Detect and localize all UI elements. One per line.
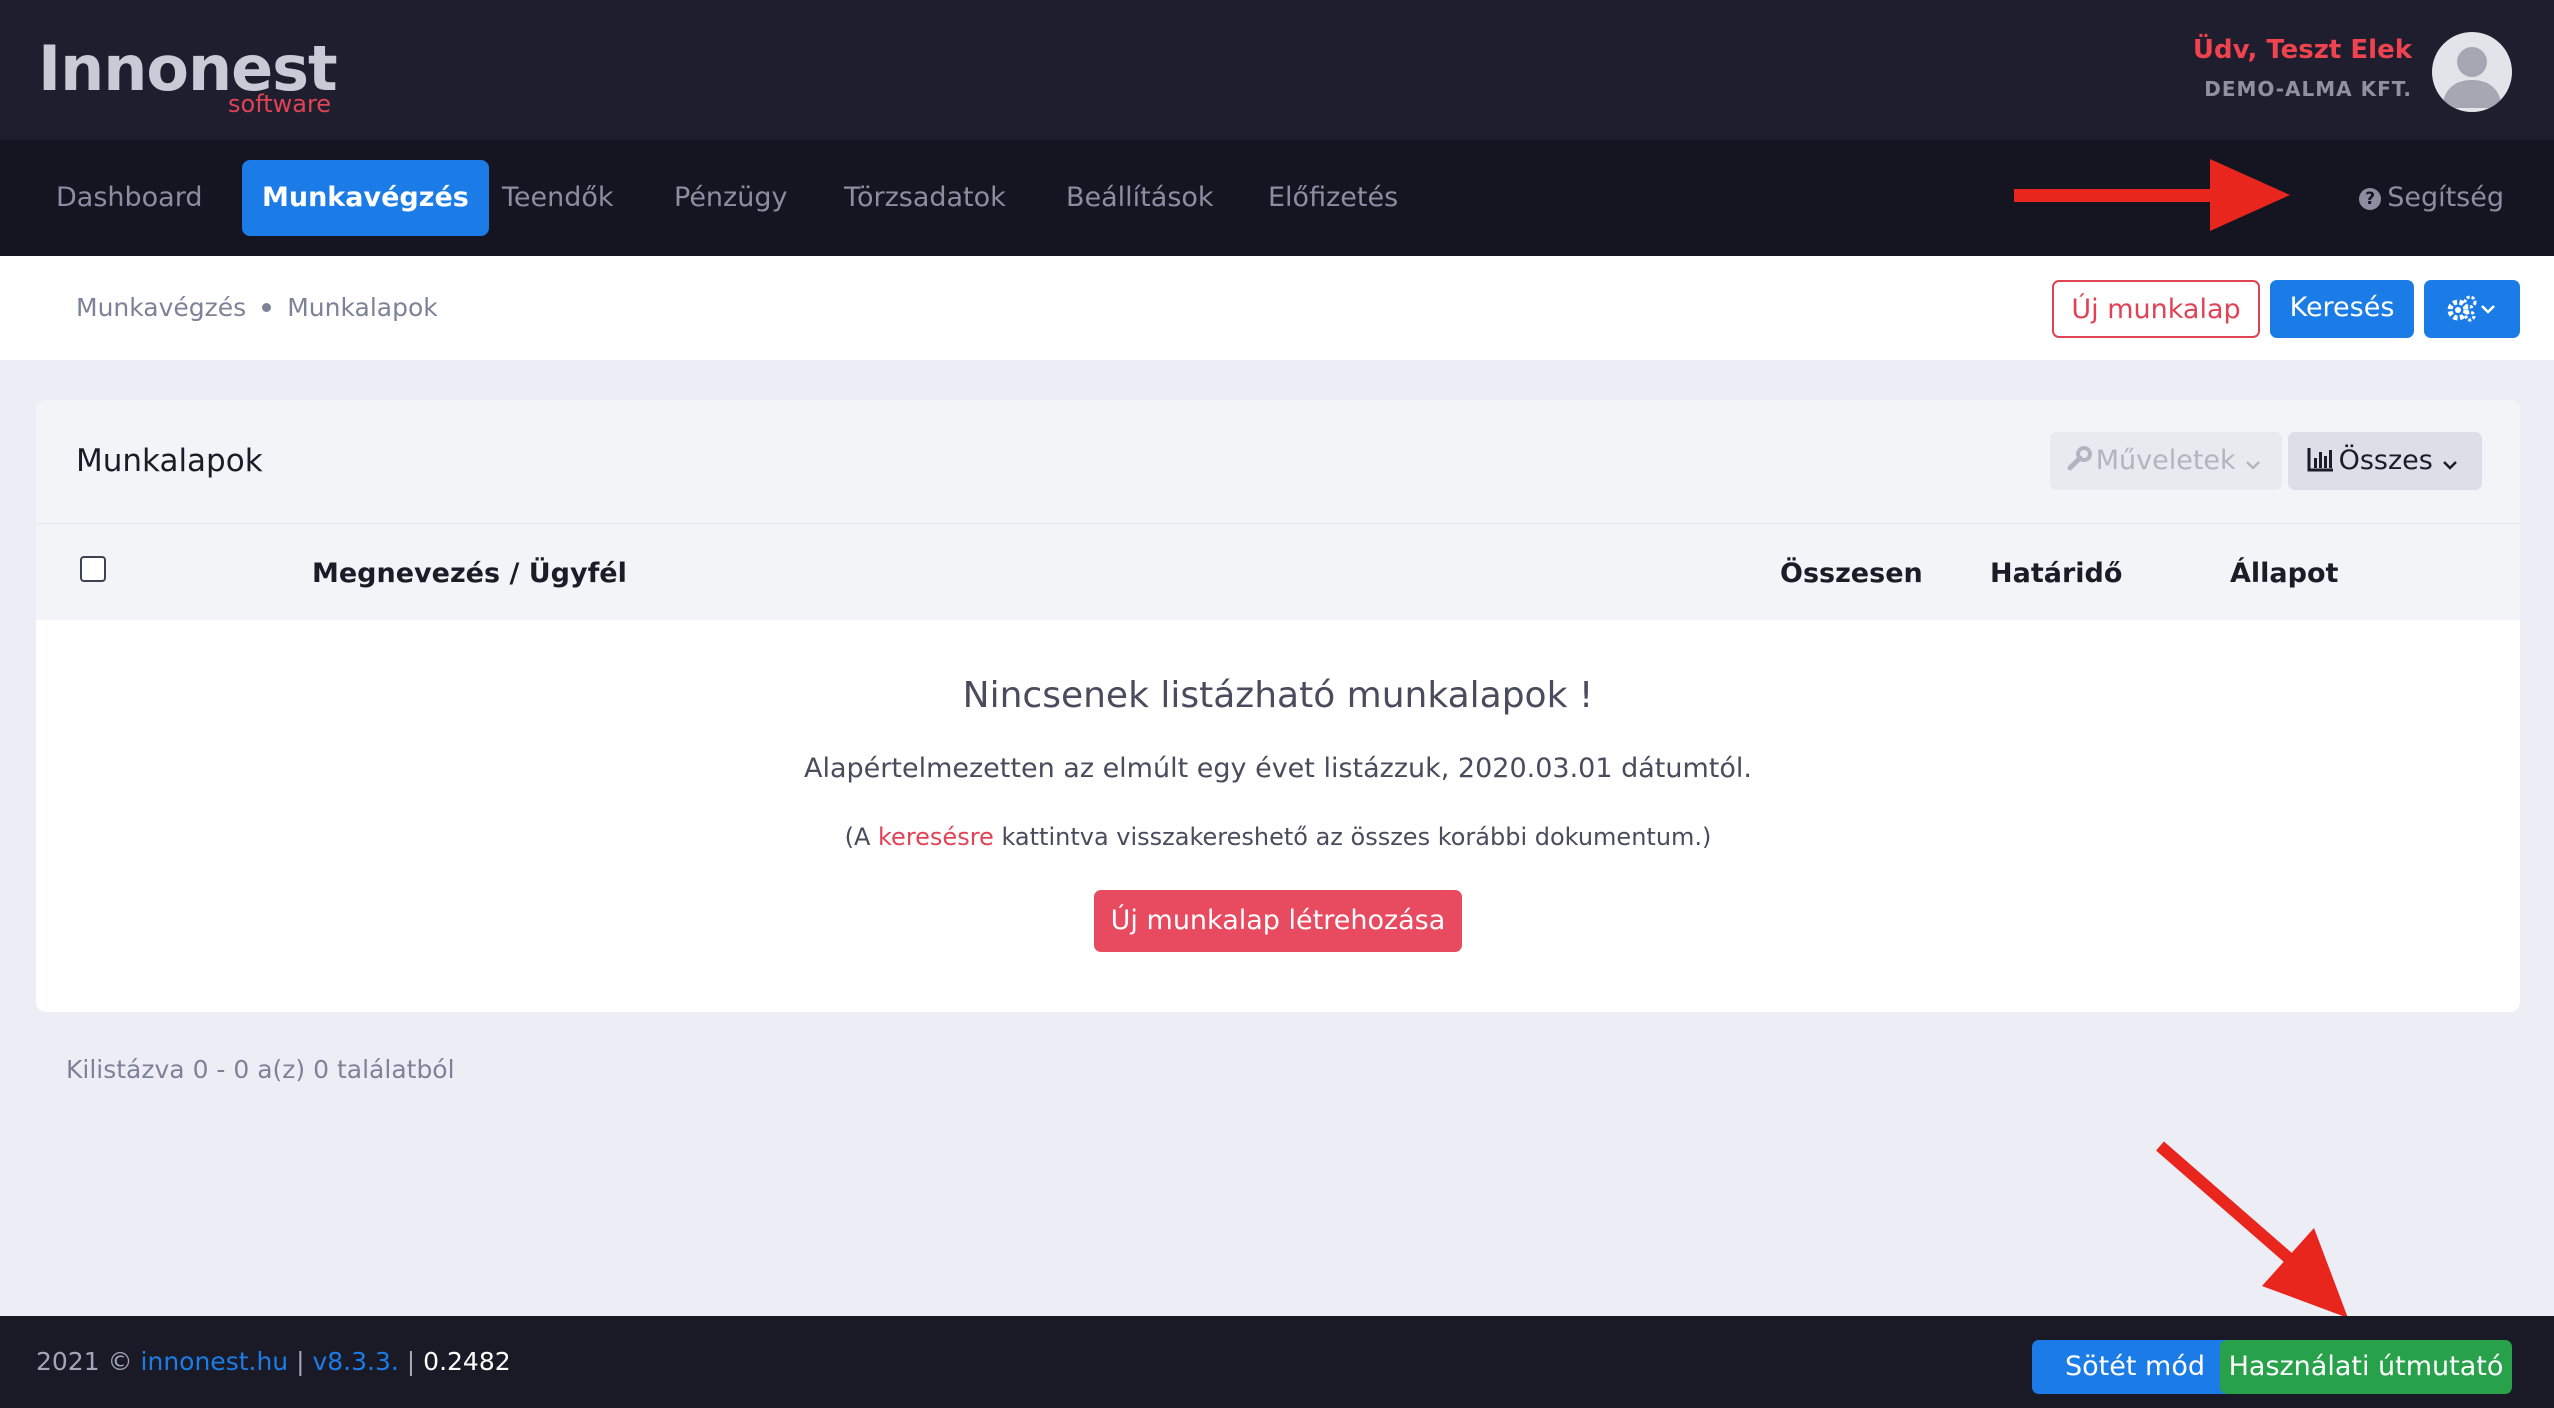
hint-suffix: kattintva visszakereshető az összes korá… [993,823,1712,851]
annotation-arrow-down-right-icon [2156,1141,2348,1318]
user-silhouette-icon [2442,47,2502,108]
user-greeting: Üdv, Teszt Elek [2192,35,2412,65]
help-label: Segítség [2387,182,2504,213]
breadcrumb: Munkavégzés Munkalapok [76,290,438,326]
footer-info: 2021 © innonest.hu | v8.3.3. | 0.2482 [36,1344,511,1380]
empty-state-description: Alapértelmezetten az elmúlt egy évet lis… [804,753,1752,784]
breadcrumb-separator [262,303,272,312]
subheader: Munkavégzés Munkalapok Új munkalap Keresé… [0,256,2554,360]
worksheets-card: Munkalapok Műveletek Összes Megnevezés /… [36,400,2520,1012]
column-header-deadline[interactable]: Határidő [1990,554,2122,594]
nav-item-teendok[interactable]: Teendők [482,160,634,236]
search-button[interactable]: Keresés [2270,280,2414,338]
build-number: 0.2482 [423,1347,511,1376]
bar-chart-icon [2307,448,2333,472]
wrench-icon [2067,446,2092,471]
operations-label: Műveletek [2095,445,2236,476]
brand-logo[interactable]: Innonest software [38,38,338,119]
column-header-name[interactable]: Megnevezés / Ügyfél [312,554,627,594]
card-title: Munkalapok [76,443,263,479]
empty-state-hint: (A keresésre kattintva visszakereshető a… [36,820,2520,854]
main-nav: Dashboard Munkavégzés Teendők Pénzügy Tö… [0,140,2554,256]
copyright: 2021 © [36,1347,141,1376]
filter-dropdown[interactable]: Összes [2288,432,2482,490]
site-link[interactable]: innonest.hu [141,1347,289,1376]
filter-label: Összes [2338,445,2433,476]
nav-item-munkavegzes[interactable]: Munkavégzés [242,160,489,236]
operations-dropdown[interactable]: Műveletek [2050,432,2282,490]
pagination-summary: Kilistázva 0 - 0 a(z) 0 találatból [66,1055,455,1084]
nav-item-dashboard[interactable]: Dashboard [36,160,222,236]
breadcrumb-current: Munkalapok [287,293,438,322]
select-all-checkbox[interactable] [80,556,106,582]
column-header-total[interactable]: Összesen [1780,554,1923,594]
column-header-status[interactable]: Állapot [2230,554,2338,594]
search-link[interactable]: keresésre [878,823,994,851]
chevron-down-icon [2443,461,2458,470]
user-info[interactable]: Üdv, Teszt Elek DEMO-ALMA KFT. [2193,32,2412,102]
avatar[interactable] [2432,32,2512,112]
nav-item-elofizetes[interactable]: Előfizetés [1248,160,1418,236]
footer-separator: | [288,1347,313,1376]
version-link[interactable]: v8.3.3. [312,1347,398,1376]
dark-mode-button[interactable]: Sötét mód [2032,1340,2238,1394]
table-header: Megnevezés / Ügyfél Összesen Határidő Ál… [36,524,2520,620]
new-worksheet-button[interactable]: Új munkalap [2052,280,2260,338]
top-bar: Innonest software Üdv, Teszt Elek DEMO-A… [0,0,2554,140]
brand-subtitle: software [228,90,332,118]
empty-state-title: Nincsenek listázható munkalapok ! [962,675,1594,716]
chevron-down-icon [2246,461,2261,470]
create-worksheet-button[interactable]: Új munkalap létrehozása [1094,890,1462,952]
footer-separator: | [398,1347,424,1376]
help-link[interactable]: ? Segítség [2359,160,2504,236]
nav-item-penzugy[interactable]: Pénzügy [654,160,807,236]
breadcrumb-parent[interactable]: Munkavégzés [76,293,246,322]
user-company: DEMO-ALMA KFT. [2204,77,2412,101]
card-header: Munkalapok Műveletek Összes [36,400,2520,524]
footer: 2021 © innonest.hu | v8.3.3. | 0.2482 Sö… [0,1316,2554,1408]
user-guide-button[interactable]: Használati útmutató [2220,1340,2512,1394]
settings-dropdown-button[interactable] [2424,280,2520,338]
hint-prefix: (A [844,823,879,851]
nav-item-beallitasok[interactable]: Beállítások [1046,160,1234,236]
gears-icon [2447,295,2495,322]
question-circle-icon: ? [2359,188,2382,210]
nav-item-torzsadatok[interactable]: Törzsadatok [824,160,1026,236]
